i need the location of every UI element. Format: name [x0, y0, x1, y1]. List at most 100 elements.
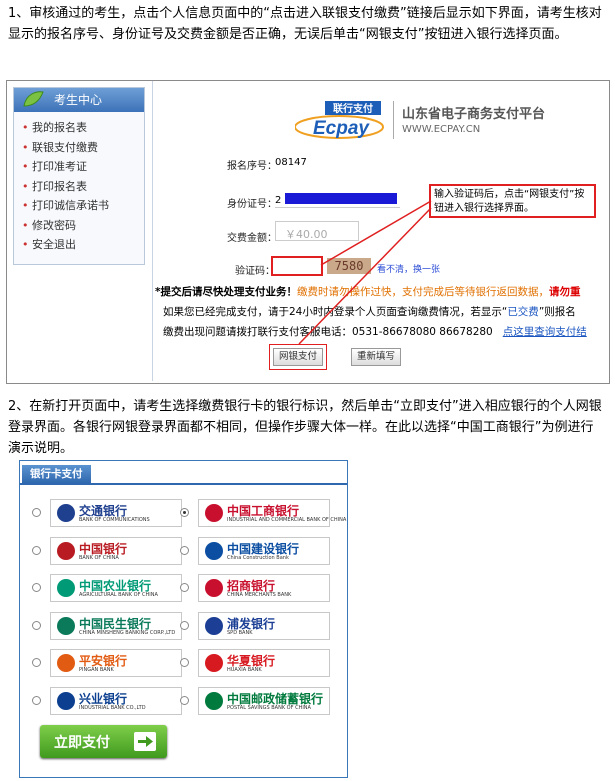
bank-logo-box[interactable]: 中国工商银行 INDUSTRIAL AND COMMERCIAL BANK OF … [198, 499, 346, 527]
bank-radio[interactable] [180, 508, 189, 517]
bank-logo-icon [57, 541, 75, 560]
bank-logo-icon [205, 654, 223, 672]
platform-title: 山东省电子商务支付平台 [402, 107, 546, 122]
bank-logo-icon [57, 579, 75, 597]
bank-radio[interactable] [32, 583, 41, 592]
bank-logo-box[interactable]: 交通银行 BANK OF COMMUNICATIONS [50, 499, 182, 527]
sidebar-item-my-registration[interactable]: 我的报名表 [14, 118, 144, 138]
divider [152, 81, 153, 381]
bank-radio[interactable] [32, 620, 41, 630]
bank-logo-icon [205, 504, 223, 522]
id-number-redaction [285, 193, 397, 204]
leaf-icon [23, 91, 44, 107]
bank-logo-icon [57, 504, 75, 522]
bank-name-en: SPD BANK [227, 629, 253, 636]
captcha-input[interactable] [271, 256, 323, 276]
id-underline [275, 207, 400, 208]
fee-label: 交费金额： [227, 233, 277, 244]
bank-logo-icon [57, 616, 75, 635]
bank-name-en: China Construction Bank [227, 554, 289, 561]
bank-name-en: INDUSTRIAL AND COMMERCIAL BANK OF CHINA [227, 517, 347, 523]
instruction-paragraph-2: 2、在新打开页面中，请考生选择缴费银行卡的银行标识，然后单击“立即支付”进入相应… [8, 399, 602, 456]
captcha-image: 7580 [327, 258, 371, 274]
bank-logo-box[interactable]: 浦发银行 SPD BANK [198, 611, 330, 640]
sidebar-item-print-pledge[interactable]: 打印诚信承诺书 [14, 196, 144, 216]
bank-option[interactable]: 华夏银行 HUAXIA BANK [180, 649, 330, 677]
bank-option[interactable]: 平安银行 PINGAN BANK [32, 649, 182, 677]
bank-logo-icon [205, 616, 223, 635]
bank-name-en: INDUSTRIAL BANK CO.,LTD [79, 704, 146, 711]
bank-name-en: CHINA MINSHENG BANKING CORP.,LTD [79, 629, 176, 636]
bank-option[interactable]: 中国邮政储蓄银行 POSTAL SAVINGS BANK OF CHINA [180, 686, 330, 715]
bank-option[interactable]: 交通银行 BANK OF COMMUNICATIONS [32, 499, 182, 527]
bank-name-en: PINGAN BANK [79, 667, 114, 673]
sidebar-item-logout[interactable]: 安全退出 [14, 235, 144, 255]
logo-brand: Ecpay [313, 118, 370, 139]
bank-radio[interactable] [180, 695, 189, 705]
bank-option[interactable]: 中国工商银行 INDUSTRIAL AND COMMERCIAL BANK OF … [180, 499, 346, 527]
bank-radio[interactable] [180, 583, 189, 592]
bank-option[interactable]: 招商银行 CHINA MERCHANTS BANK [180, 574, 330, 602]
bank-logo-box[interactable]: 华夏银行 HUAXIA BANK [198, 649, 330, 677]
notice-query-text: 如果您已经完成支付，请于24小时内登录个人页面查询缴费情况，若显示“ [163, 306, 508, 318]
bank-logo-box[interactable]: 中国建设银行 China Construction Bank [198, 536, 330, 565]
instruction-callout: 输入验证码后，点击“网银支付”按钮进入银行选择界面。 [429, 184, 596, 218]
bank-option[interactable]: 中国农业银行 AGRICULTURAL BANK OF CHINA [32, 574, 182, 602]
bank-logo-box[interactable]: 中国农业银行 AGRICULTURAL BANK OF CHINA [50, 574, 182, 602]
bank-option[interactable]: 中国建设银行 China Construction Bank [180, 536, 330, 565]
bank-logo-box[interactable]: 平安银行 PINGAN BANK [50, 649, 182, 677]
bank-radio[interactable] [32, 695, 41, 705]
bank-name-en: AGRICULTURAL BANK OF CHINA [79, 592, 158, 598]
reg-no-label: 报名序号： [227, 161, 277, 172]
bank-radio[interactable] [180, 620, 189, 630]
paid-status-text: 已交费 [507, 306, 539, 318]
notice-line-2: 如果您已经完成支付，请于24小时内登录个人页面查询缴费情况，若显示“已交费”则报… [163, 304, 576, 319]
bank-logo-box[interactable]: 中国邮政储蓄银行 POSTAL SAVINGS BANK OF CHINA [198, 686, 330, 715]
bank-name-en: CHINA MERCHANTS BANK [227, 592, 292, 598]
bank-logo-box[interactable]: 兴业银行 INDUSTRIAL BANK CO.,LTD [50, 686, 182, 715]
bank-logo-box[interactable]: 中国民生银行 CHINA MINSHENG BANKING CORP.,LTD [50, 611, 182, 640]
query-payment-link[interactable]: 点这里查询支付结 [503, 326, 587, 338]
logo-top-text: 联行支付 [333, 102, 373, 115]
bank-name-en: BANK OF COMMUNICATIONS [79, 517, 150, 523]
captcha-refresh-link[interactable]: 看不清，换一张 [377, 262, 440, 275]
online-banking-button[interactable]: 网银支付 [273, 348, 323, 366]
bank-logo-icon [205, 579, 223, 597]
logo-separator [393, 101, 394, 139]
reg-no-value: 08147 [275, 157, 307, 168]
bank-option[interactable]: 浦发银行 SPD BANK [180, 611, 330, 640]
bank-option[interactable]: 中国民生银行 CHINA MINSHENG BANKING CORP.,LTD [32, 611, 182, 640]
sidebar-item-print-admission[interactable]: 打印准考证 [14, 157, 144, 177]
bank-radio[interactable] [32, 545, 41, 555]
student-center-sidebar: 考生中心 我的报名表 联银支付缴费 打印准考证 打印报名表 打印诚信承诺书 修改… [13, 87, 145, 265]
platform-url: WWW.ECPAY.CN [402, 124, 481, 135]
bank-option[interactable]: 兴业银行 INDUSTRIAL BANK CO.,LTD [32, 686, 182, 715]
bank-name-en: HUAXIA BANK [227, 667, 262, 673]
id-number-label: 身份证号： [227, 199, 277, 210]
bank-selection-screenshot: 银行卡支付 交通银行 BANK OF COMMUNICATIONS 中国工商银行 IN… [19, 460, 348, 778]
bank-logo-icon [205, 691, 223, 710]
notice-emphasis: 请勿重 [549, 286, 581, 298]
bank-radio[interactable] [180, 658, 189, 667]
support-phone-text: 缴费出现问题请拨打联行支付客服电话：0531-86678080 86678280 [163, 326, 493, 338]
sidebar-item-payment[interactable]: 联银支付缴费 [14, 138, 144, 158]
notice-query-tail: ”则报名 [538, 306, 576, 318]
bank-option[interactable]: 中国银行 BANK OF CHINA [32, 536, 182, 565]
sidebar-item-change-password[interactable]: 修改密码 [14, 216, 144, 236]
bank-radio[interactable] [32, 658, 41, 667]
captcha-label: 验证码： [235, 266, 275, 277]
sidebar-title: 考生中心 [54, 93, 103, 107]
arrow-right-icon [134, 732, 156, 751]
bank-radio[interactable] [32, 508, 41, 517]
bank-name-en: BANK OF CHINA [79, 554, 119, 561]
pay-now-button[interactable]: 立即支付 [40, 725, 167, 758]
bank-radio[interactable] [180, 545, 189, 555]
reset-button[interactable]: 重新填写 [351, 348, 401, 366]
notice-line-1: *提交后请尽快处理支付业务！缴费时请勿操作过快，支付完成后等待银行返回数据，请勿… [155, 284, 581, 299]
sidebar-item-print-form[interactable]: 打印报名表 [14, 177, 144, 197]
bank-logo-box[interactable]: 招商银行 CHINA MERCHANTS BANK [198, 574, 330, 602]
bank-logo-box[interactable]: 中国银行 BANK OF CHINA [50, 536, 182, 565]
notice-warning: *提交后请尽快处理支付业务！ [155, 286, 297, 298]
tab-bank-card-payment[interactable]: 银行卡支付 [22, 465, 91, 483]
notice-line-3: 缴费出现问题请拨打联行支付客服电话：0531-86678080 86678280… [163, 324, 587, 339]
